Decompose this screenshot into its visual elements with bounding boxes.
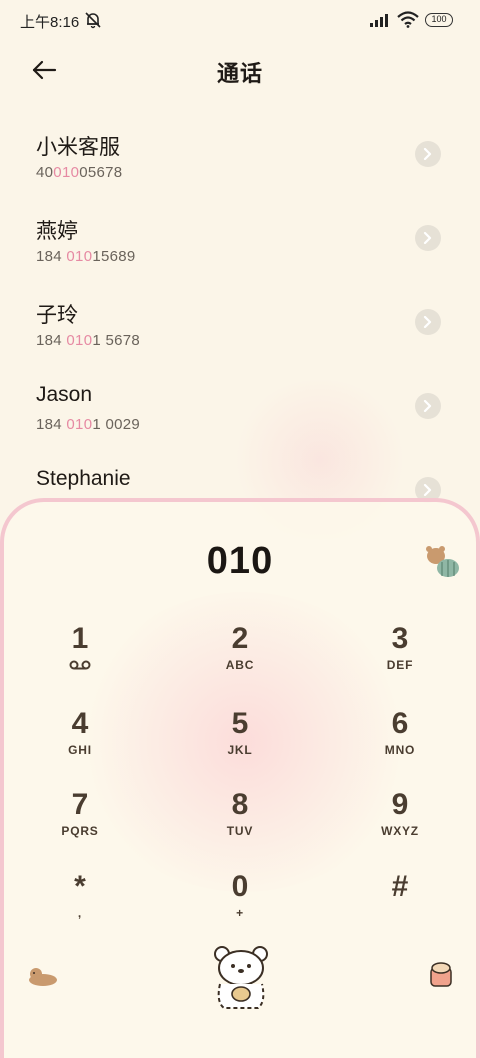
contact-list-item[interactable]: 小米客服 4001005678 [0, 131, 480, 215]
chevron-right-icon [423, 484, 432, 496]
contact-number: 184 01015689 [36, 248, 136, 265]
dial-key-9[interactable]: 9 WXYZ [340, 788, 460, 862]
bear-call-button-icon[interactable] [206, 944, 276, 1012]
dial-key-5[interactable]: 5 JKL [180, 707, 300, 781]
status-time: 上午8:16 [20, 14, 80, 31]
dial-key-8[interactable]: 8 TUV [180, 788, 300, 862]
dial-key-7[interactable]: 7 PQRS [20, 788, 140, 862]
bell-off-icon [85, 12, 101, 29]
contact-name: Jason [36, 383, 93, 406]
page-title: 通话 [216, 61, 263, 86]
contact-detail-button[interactable] [415, 393, 441, 419]
battery-icon: 100 [425, 13, 453, 27]
toast-sticker-icon[interactable] [428, 960, 454, 990]
contact-list-item[interactable]: 燕婷 184 01015689 [0, 215, 480, 299]
contact-list-item[interactable]: Jason 184 0101 0029 [0, 383, 480, 467]
status-bar: 上午8:16 100 [0, 0, 480, 40]
contact-name: 燕婷 [36, 220, 78, 243]
contact-name: 子玲 [36, 304, 78, 327]
wifi-icon [397, 11, 419, 28]
contact-list-item[interactable]: 子玲 184 0101 5678 [0, 299, 480, 383]
dial-key-6[interactable]: 6 MNO [340, 707, 460, 781]
bear-sticker-icon [426, 546, 459, 577]
voicemail-icon [69, 660, 91, 670]
dialpad-panel: 010 1 2 ABC 3 DEF 4 GHI 5 JKL 6 MNO 7 PQ… [0, 498, 480, 1058]
dial-key-star[interactable]: * , [20, 870, 140, 944]
chevron-right-icon [423, 316, 432, 328]
contact-name: Stephanie [36, 467, 131, 490]
dial-key-3[interactable]: 3 DEF [340, 622, 460, 696]
contact-name: 小米客服 [36, 136, 120, 159]
contact-number: 4001005678 [36, 164, 123, 181]
contact-number: 184 0101 5678 [36, 332, 141, 349]
dial-key-2[interactable]: 2 ABC [180, 622, 300, 696]
dial-key-1[interactable]: 1 [20, 622, 140, 696]
dial-key-hash[interactable]: # [340, 870, 460, 944]
contact-detail-button[interactable] [415, 141, 441, 167]
dial-key-4[interactable]: 4 GHI [20, 707, 140, 781]
signal-icon [370, 14, 388, 27]
contact-detail-button[interactable] [415, 309, 441, 335]
dial-key-0[interactable]: 0 + [180, 870, 300, 944]
chevron-right-icon [423, 400, 432, 412]
dog-sticker-icon[interactable] [26, 964, 60, 988]
contact-detail-button[interactable] [415, 225, 441, 251]
chevron-right-icon [423, 148, 432, 160]
dialed-number-display[interactable]: 010 [4, 540, 476, 583]
chevron-right-icon [423, 232, 432, 244]
contact-number: 184 0101 0029 [36, 416, 141, 433]
